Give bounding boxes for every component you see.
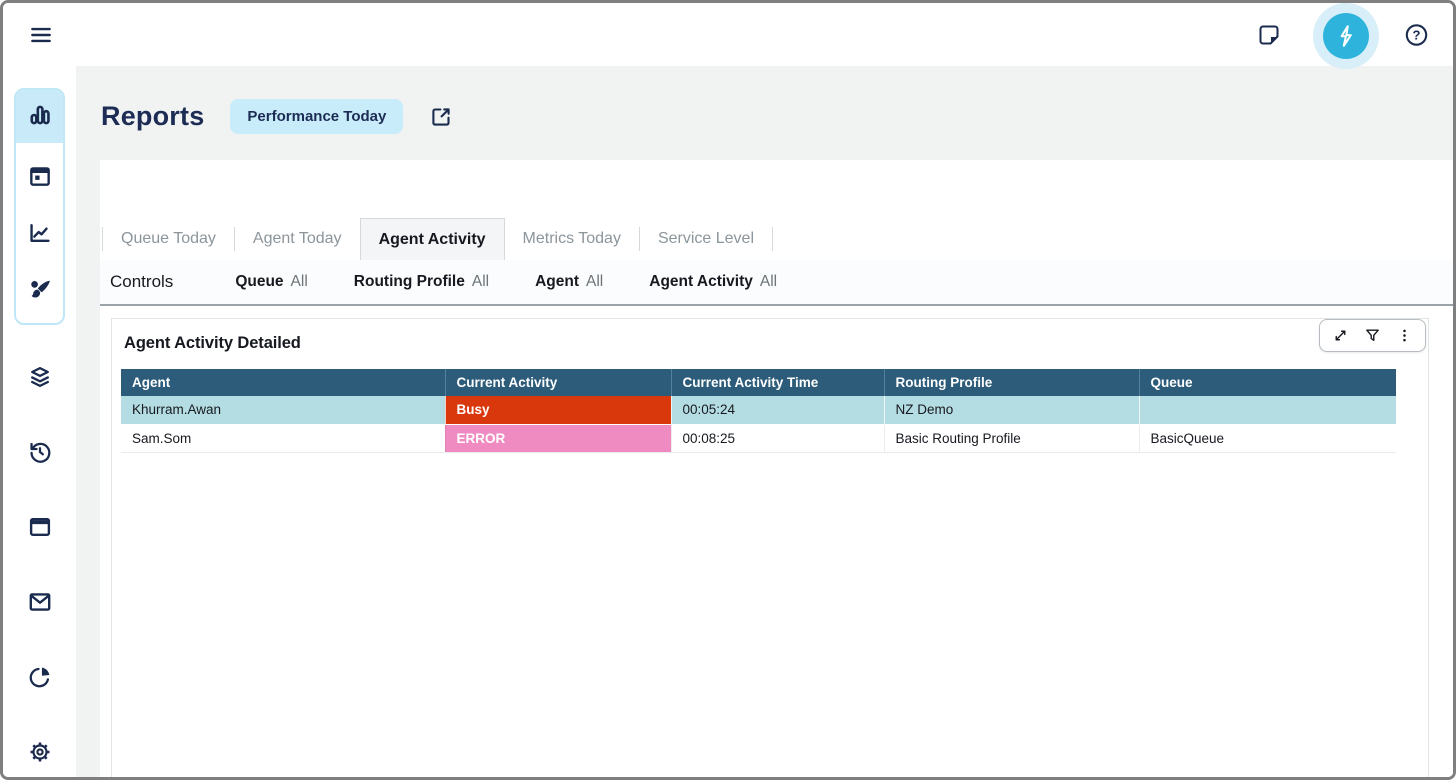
tab-label: Queue Today [121,230,216,248]
bar-chart-icon[interactable] [27,102,53,128]
controls-label: Controls [110,272,173,292]
filter-name: Routing Profile [354,273,465,291]
cell-queue: BasicQueue [1139,424,1396,452]
tab-label: Agent Activity [379,231,486,249]
settings-gear-icon[interactable] [27,739,53,765]
hamburger-menu-icon[interactable] [28,22,54,48]
filter-agent-activity[interactable]: Agent Activity All [649,273,777,291]
tab-label: Metrics Today [523,230,621,248]
app-window: ? [0,0,1456,780]
filter-name: Agent [535,273,579,291]
filter-agent[interactable]: Agent All [535,273,603,291]
note-icon[interactable] [1257,23,1281,47]
table-row[interactable]: Khurram.AwanBusy00:05:24NZ Demo [121,396,1396,424]
help-icon[interactable]: ? [1404,22,1429,47]
column-header-agent[interactable]: Agent [121,369,445,396]
filter-queue[interactable]: Queue All [235,273,307,291]
main-content: Reports Performance Today Queue Today Ag… [76,66,1453,777]
filter-value: All [586,273,603,291]
layers-icon[interactable] [27,364,53,390]
line-chart-icon[interactable] [27,220,53,246]
cell-current-activity-time: 00:08:25 [671,424,884,452]
calendar-icon[interactable] [27,163,53,189]
sidebar [3,66,76,777]
pie-chart-icon[interactable] [27,664,53,690]
filter-value: All [472,273,489,291]
report-tabs: Queue Today Agent Today Agent Activity M… [102,218,1453,260]
cell-queue [1139,396,1396,424]
card-toolbar [1319,319,1426,352]
history-icon[interactable] [27,439,53,465]
tab-agent-activity[interactable]: Agent Activity [360,218,505,260]
filter-value: All [291,273,308,291]
table-row[interactable]: Sam.SomERROR00:08:25Basic Routing Profil… [121,424,1396,452]
tab-agent-today[interactable]: Agent Today [235,218,360,260]
cell-current-activity-time: 00:05:24 [671,396,884,424]
tab-service-level[interactable]: Service Level [640,218,772,260]
column-header-queue[interactable]: Queue [1139,369,1396,396]
agent-activity-table: Agent Current Activity Current Activity … [121,369,1396,453]
cell-routing-profile: NZ Demo [884,396,1139,424]
lightning-bolt-icon [1333,23,1359,49]
performance-today-badge[interactable]: Performance Today [230,99,403,134]
column-header-routing-profile[interactable]: Routing Profile [884,369,1139,396]
cell-agent: Sam.Som [121,424,445,452]
tab-divider [772,227,773,251]
tab-metrics-today[interactable]: Metrics Today [505,218,639,260]
assistant-button-halo [1313,3,1379,69]
external-link-icon[interactable] [429,105,453,129]
tab-label: Agent Today [253,230,342,248]
filter-funnel-icon[interactable] [1364,327,1381,344]
filter-name: Agent Activity [649,273,753,291]
kebab-menu-icon[interactable] [1396,327,1413,344]
report-panel: Queue Today Agent Today Agent Activity M… [100,160,1453,777]
tab-queue-today[interactable]: Queue Today [103,218,234,260]
brush-icon[interactable] [27,277,53,303]
expand-icon[interactable] [1332,327,1349,344]
cell-agent: Khurram.Awan [121,396,445,424]
filter-name: Queue [235,273,283,291]
column-header-current-activity[interactable]: Current Activity [445,369,671,396]
controls-row: Controls Queue All Routing Profile All A… [100,260,1453,306]
cell-current-activity: Busy [445,396,671,424]
top-bar: ? [3,3,1453,66]
tab-label: Service Level [658,230,754,248]
page-title: Reports [101,101,204,132]
agent-table-body: Khurram.AwanBusy00:05:24NZ DemoSam.SomER… [121,396,1396,452]
agent-activity-card: Agent Activity Detailed Agent Current Ac… [111,318,1429,777]
svg-text:?: ? [1413,27,1421,42]
assistant-button[interactable] [1323,13,1369,59]
filter-value: All [760,273,777,291]
filter-routing-profile[interactable]: Routing Profile All [354,273,489,291]
browser-window-icon[interactable] [27,514,53,540]
cell-routing-profile: Basic Routing Profile [884,424,1139,452]
table-header-row: Agent Current Activity Current Activity … [121,369,1396,396]
card-title: Agent Activity Detailed [124,334,301,353]
page-header: Reports Performance Today [101,99,453,134]
column-header-current-activity-time[interactable]: Current Activity Time [671,369,884,396]
mail-icon[interactable] [27,589,53,615]
cell-current-activity: ERROR [445,424,671,452]
